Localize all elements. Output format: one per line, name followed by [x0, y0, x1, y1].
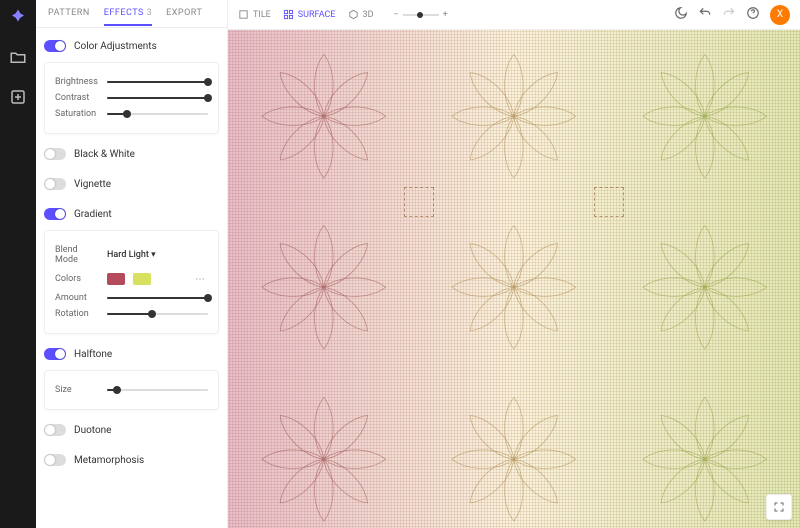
size-label: Size	[55, 385, 99, 395]
contrast-label: Contrast	[55, 93, 99, 103]
blendmode-select[interactable]: Hard Light ▾	[107, 250, 156, 260]
section-title-vignette: Vignette	[74, 179, 111, 190]
tab-export[interactable]: EXPORT	[166, 8, 202, 19]
saturation-slider[interactable]	[107, 113, 208, 115]
color-adjustments-card: Brightness Contrast Saturation	[44, 62, 219, 134]
brightness-label: Brightness	[55, 77, 99, 87]
app-logo-icon[interactable]	[9, 8, 27, 30]
viewmode-tile[interactable]: TILE	[238, 9, 271, 20]
colors-label: Colors	[55, 274, 99, 284]
avatar[interactable]: X	[770, 5, 790, 25]
section-title-bw: Black & White	[74, 149, 135, 160]
color-swatch-2[interactable]	[133, 273, 151, 285]
zoom-out-button[interactable]: −	[394, 10, 399, 20]
halftone-card: Size	[44, 370, 219, 410]
section-title-duotone: Duotone	[74, 425, 111, 436]
redo-icon[interactable]	[722, 6, 736, 23]
viewmode-3d[interactable]: 3D	[348, 9, 374, 20]
amount-slider[interactable]	[107, 297, 208, 299]
blendmode-label: Blend Mode	[55, 245, 99, 265]
undo-icon[interactable]	[698, 6, 712, 23]
colors-menu-icon[interactable]: ⋯	[192, 271, 208, 287]
fullscreen-button[interactable]	[766, 494, 792, 520]
chevron-down-icon: ▾	[151, 250, 156, 260]
tab-effects[interactable]: EFFECTS 3	[104, 8, 152, 26]
amount-label: Amount	[55, 293, 99, 303]
rotation-label: Rotation	[55, 309, 99, 319]
tab-pattern[interactable]: PATTERN	[48, 8, 90, 19]
contrast-slider[interactable]	[107, 97, 208, 99]
section-title-metamorphosis: Metamorphosis	[74, 455, 144, 466]
color-swatch-1[interactable]	[107, 273, 125, 285]
toggle-bw[interactable]	[44, 148, 66, 160]
toggle-vignette[interactable]	[44, 178, 66, 190]
toggle-color-adjustments[interactable]	[44, 40, 66, 52]
saturation-label: Saturation	[55, 109, 99, 119]
effects-panel: PATTERN EFFECTS 3 EXPORT Color Adjustmen…	[36, 0, 228, 528]
toggle-gradient[interactable]	[44, 208, 66, 220]
folder-icon[interactable]	[9, 48, 27, 70]
toggle-metamorphosis[interactable]	[44, 454, 66, 466]
add-icon[interactable]	[9, 88, 27, 110]
size-slider[interactable]	[107, 389, 208, 391]
viewmode-surface[interactable]: SURFACE	[283, 9, 336, 20]
pattern-canvas[interactable]	[228, 30, 800, 528]
help-icon[interactable]	[746, 6, 760, 23]
toggle-halftone[interactable]	[44, 348, 66, 360]
theme-toggle-icon[interactable]	[674, 6, 688, 23]
section-title-color-adjustments: Color Adjustments	[74, 41, 157, 52]
section-title-halftone: Halftone	[74, 349, 112, 360]
rotation-slider[interactable]	[107, 313, 208, 315]
zoom-slider[interactable]	[403, 14, 439, 16]
section-title-gradient: Gradient	[74, 209, 112, 220]
toggle-duotone[interactable]	[44, 424, 66, 436]
zoom-in-button[interactable]: +	[443, 10, 448, 20]
brightness-slider[interactable]	[107, 81, 208, 83]
viewer-topbar: TILE SURFACE 3D − + X	[228, 0, 800, 30]
gradient-card: Blend Mode Hard Light ▾ Colors ⋯ Amount Ro…	[44, 230, 219, 334]
